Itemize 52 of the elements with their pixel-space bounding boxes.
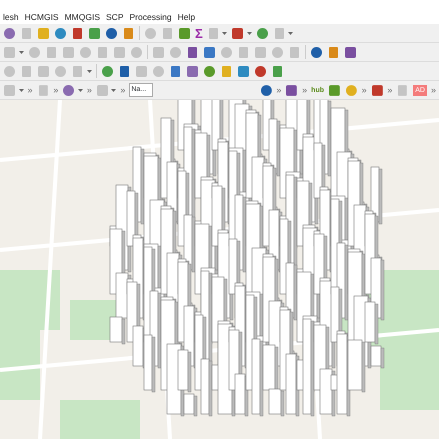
sigma-button[interactable]: Σ	[195, 26, 203, 40]
tool-icon[interactable]	[118, 64, 130, 78]
map-drawing[interactable]	[0, 100, 439, 439]
tool-icon[interactable]	[62, 84, 76, 96]
overflow-chevron[interactable]: »	[387, 86, 392, 94]
overflow-chevron[interactable]: »	[28, 86, 33, 94]
tool-icon[interactable]	[202, 46, 216, 58]
tool-icon[interactable]	[88, 26, 101, 40]
tool-icon[interactable]	[260, 84, 272, 96]
menu-item[interactable]: HCMGIS	[22, 10, 62, 24]
tool-icon[interactable]	[328, 84, 341, 96]
tool-icon[interactable]	[100, 64, 114, 78]
tool-icon[interactable]	[256, 26, 269, 40]
tool-icon[interactable]	[202, 64, 216, 78]
tool-icon[interactable]	[168, 64, 182, 78]
caret-icon[interactable]	[246, 32, 252, 34]
tool-icon[interactable]	[254, 64, 266, 78]
overflow-chevron[interactable]: »	[302, 86, 308, 94]
tool-icon[interactable]	[310, 46, 322, 58]
tool-icon[interactable]	[122, 26, 135, 40]
tool-icon[interactable]	[344, 46, 356, 58]
tool-icon[interactable]	[186, 46, 198, 58]
tool-icon[interactable]	[231, 26, 244, 40]
tool-icon[interactable]	[370, 84, 384, 96]
tool-icon[interactable]	[186, 64, 198, 78]
tool-icon[interactable]	[54, 26, 67, 40]
overflow-chevron[interactable]: »	[86, 86, 92, 94]
caret-icon[interactable]	[18, 50, 24, 54]
tool-icon[interactable]	[71, 26, 84, 40]
overflow-chevron[interactable]: »	[362, 86, 367, 94]
tool-icon[interactable]	[105, 26, 118, 40]
overflow-chevron[interactable]: »	[53, 86, 58, 94]
overflow-chevron[interactable]: »	[120, 86, 126, 94]
overflow-chevron[interactable]: »	[430, 86, 436, 94]
tool-icon[interactable]	[326, 46, 340, 58]
menu-item[interactable]: Processing	[126, 10, 175, 24]
caret-icon[interactable]	[78, 88, 83, 92]
menu-item[interactable]: lesh	[0, 10, 22, 24]
menu-item[interactable]: SCP	[103, 10, 126, 24]
caret-icon[interactable]	[18, 88, 24, 92]
caret-icon[interactable]	[288, 32, 294, 34]
caret-icon[interactable]	[111, 88, 116, 92]
caret-icon[interactable]	[222, 32, 228, 34]
menu-item[interactable]: Help	[174, 10, 198, 24]
overflow-chevron[interactable]: »	[276, 86, 282, 94]
tool-icon[interactable]	[3, 26, 16, 40]
tool-icon[interactable]	[270, 64, 284, 78]
tool-icon[interactable]	[236, 64, 250, 78]
caret-icon[interactable]	[86, 70, 92, 72]
tool-icon[interactable]	[178, 26, 191, 40]
tool-icon[interactable]	[285, 84, 298, 96]
menu-item[interactable]: MMQGIS	[62, 10, 104, 24]
